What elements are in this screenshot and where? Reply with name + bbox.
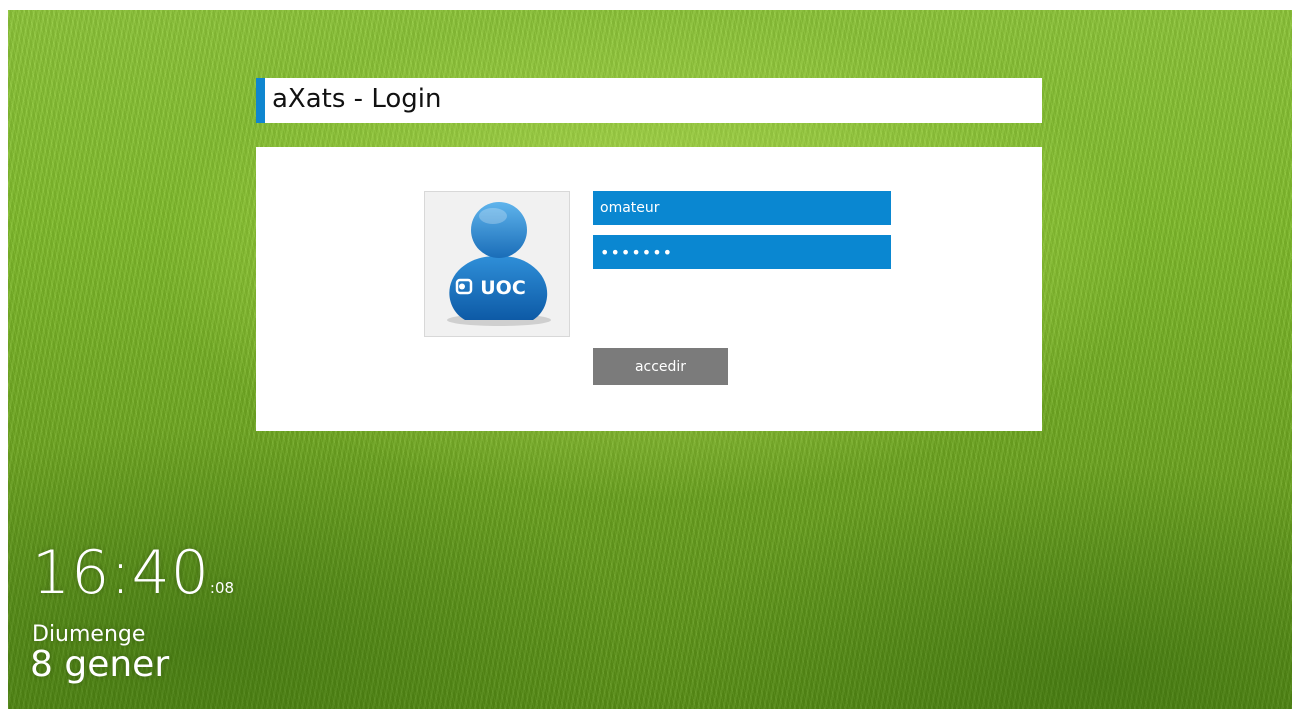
clock-seconds: :08 (209, 579, 235, 597)
avatar: UOC (424, 191, 570, 337)
title-accent-bar (256, 78, 265, 123)
username-field[interactable] (593, 191, 891, 225)
lock-screen: aXats - Login UOC omateur ••••••• accedi… (8, 10, 1292, 709)
clock-time: 16:40 (32, 538, 210, 608)
title-bar: aXats - Login (256, 78, 1042, 123)
login-button[interactable]: accedir (593, 348, 728, 385)
login-panel: UOC accedir (256, 147, 1042, 431)
clock: 16:40:08 (32, 538, 234, 608)
password-field[interactable] (593, 235, 891, 269)
uoc-user-avatar-icon: UOC (447, 202, 551, 326)
page-title: aXats - Login (272, 84, 442, 114)
clock-date: 8 gener (30, 644, 170, 685)
avatar-uoc-text: UOC (480, 277, 526, 299)
